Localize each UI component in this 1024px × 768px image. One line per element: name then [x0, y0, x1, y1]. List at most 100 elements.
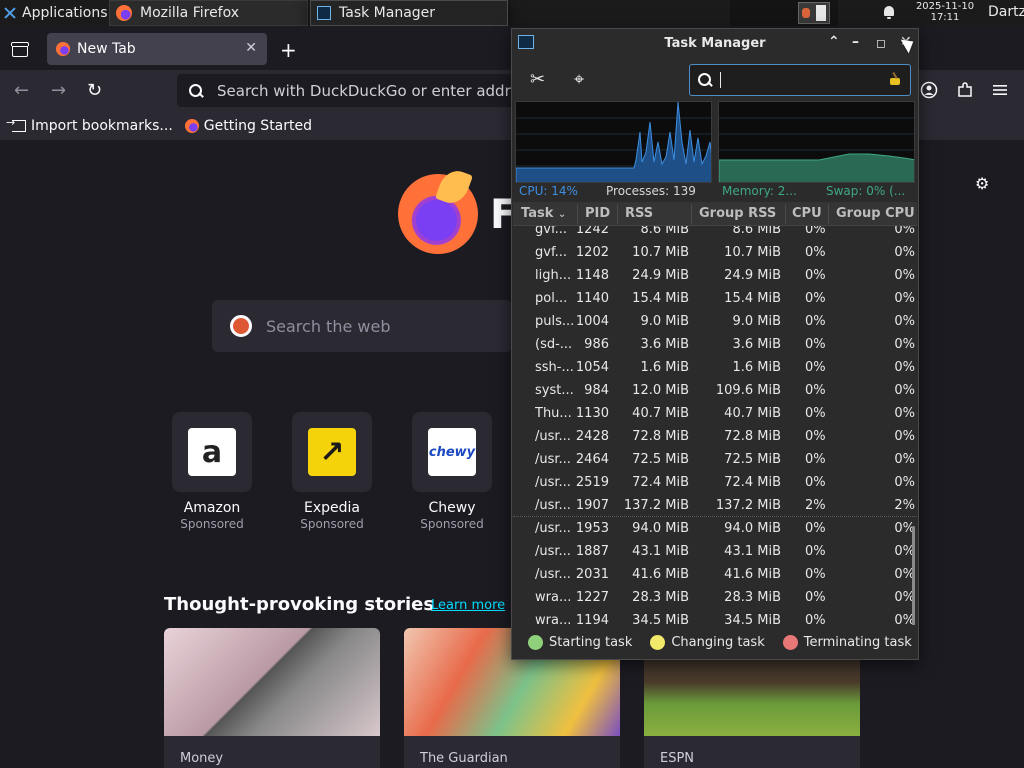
task-cell-rss: 1.6 MiB — [640, 360, 689, 375]
tray-app-icon[interactable] — [798, 2, 830, 24]
column-group-cpu[interactable]: Group CPU — [836, 206, 915, 221]
task-row[interactable]: /usr... 2428 72.8 MiB 72.8 MiB 0% 0% — [513, 425, 917, 448]
applications-menu[interactable]: Applications — [0, 0, 110, 26]
maximize-icon[interactable]: ◻ — [876, 36, 886, 50]
task-row[interactable]: /usr... 2519 72.4 MiB 72.4 MiB 0% 0% — [513, 471, 917, 494]
story-card[interactable]: Money — [164, 628, 380, 768]
list-all-tabs-icon[interactable] — [10, 39, 29, 57]
shortcut-name: Amazon — [183, 500, 241, 516]
hamburger-menu-icon[interactable] — [991, 81, 1009, 99]
task-cell-group-cpu: 0% — [894, 226, 915, 237]
bookmark-import[interactable]: Import bookmarks... — [6, 116, 173, 134]
settings-tools-icon[interactable]: ✂ — [530, 69, 545, 90]
close-tab-icon[interactable]: ✕ — [245, 40, 257, 56]
address-bar[interactable]: Search with DuckDuckGo or enter address — [177, 74, 557, 107]
swap-stat: Swap: 0% (... — [826, 184, 906, 198]
extensions-icon[interactable] — [956, 81, 974, 99]
task-table-header: Task ⌄ PID RSS Group RSS CPU Group CPU — [513, 202, 917, 226]
forward-arrow-icon[interactable]: → — [51, 80, 66, 101]
shortcut-amazon[interactable]: a Amazon Sponsored — [172, 412, 252, 531]
task-cell-cpu: 0% — [805, 314, 826, 329]
account-icon[interactable] — [920, 81, 938, 99]
task-row[interactable]: wra... 1194 34.5 MiB 34.5 MiB 0% 0% — [513, 609, 917, 625]
task-manager-titlebar[interactable]: Task Manager ⌃ – ◻ ✕ — [512, 29, 918, 57]
taskbar-item-task-manager[interactable]: Task Manager — [310, 0, 508, 26]
task-cell-task: /usr... — [535, 521, 571, 536]
web-search-box[interactable]: Search the web — [212, 300, 512, 352]
shortcut-name: Chewy — [428, 500, 476, 516]
task-cell-group-cpu: 0% — [894, 268, 915, 283]
task-cell-group-cpu: 0% — [894, 314, 915, 329]
clock[interactable]: 2025-11-10 17:11 — [910, 1, 980, 23]
task-cell-cpu: 0% — [805, 567, 826, 582]
task-cell-group-cpu: 0% — [894, 360, 915, 375]
column-cpu[interactable]: CPU — [792, 206, 822, 221]
task-cell-task: /usr... — [535, 544, 571, 559]
search-icon — [189, 83, 203, 98]
task-cell-task: gvf... — [535, 226, 567, 237]
column-task[interactable]: Task ⌄ — [521, 206, 566, 221]
task-cell-rss: 72.4 MiB — [632, 475, 689, 490]
crosshair-icon[interactable]: ⌖ — [574, 69, 584, 90]
task-cell-pid: 1130 — [575, 406, 609, 421]
task-row[interactable]: pol... 1140 15.4 MiB 15.4 MiB 0% 0% — [513, 287, 917, 310]
task-row[interactable]: ssh-... 1054 1.6 MiB 1.6 MiB 0% 0% — [513, 356, 917, 379]
shortcut-tile: a — [172, 412, 252, 492]
task-row[interactable]: gvf... 1202 10.7 MiB 10.7 MiB 0% 0% — [513, 241, 917, 264]
task-cell-task: wra... — [535, 613, 572, 625]
task-row[interactable]: /usr... 2031 41.6 MiB 41.6 MiB 0% 0% — [513, 563, 917, 586]
task-cell-group-cpu: 2% — [894, 498, 915, 513]
gear-icon[interactable]: ⚙ — [975, 174, 989, 193]
task-cell-group-rss: 43.1 MiB — [724, 544, 781, 559]
learn-more-link[interactable]: Learn more — [431, 598, 505, 613]
task-row[interactable]: /usr... 1887 43.1 MiB 43.1 MiB 0% 0% — [513, 540, 917, 563]
column-rss[interactable]: RSS — [625, 206, 653, 221]
taskbar-item-firefox[interactable]: Mozilla Firefox — [109, 0, 308, 26]
legend-terminating: Terminating task — [782, 634, 912, 650]
sponsored-label: Sponsored — [180, 517, 244, 531]
task-list-scrollbar[interactable] — [912, 526, 915, 625]
task-row[interactable]: puls... 1004 9.0 MiB 9.0 MiB 0% 0% — [513, 310, 917, 333]
tab-new-tab[interactable]: New Tab ✕ — [47, 33, 267, 65]
task-row[interactable]: ligh... 1148 24.9 MiB 24.9 MiB 0% 0% — [513, 264, 917, 287]
task-cell-cpu: 0% — [805, 452, 826, 467]
bookmark-getting-started[interactable]: Getting Started — [184, 118, 313, 134]
column-pid[interactable]: PID — [585, 206, 610, 221]
task-cell-pid: 2031 — [575, 567, 609, 582]
column-group-rss[interactable]: Group RSS — [699, 206, 776, 221]
task-cell-pid: 1227 — [575, 590, 609, 605]
task-cell-pid: 1194 — [575, 613, 609, 625]
shortcut-chewy[interactable]: chewy Chewy Sponsored — [412, 412, 492, 531]
duckduckgo-icon — [230, 315, 252, 337]
new-tab-plus-icon[interactable]: + — [280, 38, 297, 62]
bookmark-label: Getting Started — [203, 118, 313, 134]
task-row[interactable]: /usr... 1953 94.0 MiB 94.0 MiB 0% 0% — [513, 517, 917, 540]
task-cell-task: pol... — [535, 291, 568, 306]
story-source: The Guardian — [420, 751, 508, 766]
task-cell-cpu: 0% — [805, 613, 826, 625]
reload-icon[interactable]: ↻ — [87, 80, 102, 101]
task-row[interactable]: /usr... 2464 72.5 MiB 72.5 MiB 0% 0% — [513, 448, 917, 471]
task-row[interactable]: syst... 984 12.0 MiB 109.6 MiB 0% 0% — [513, 379, 917, 402]
roll-up-icon[interactable]: ⌃ — [828, 34, 840, 50]
minimize-icon[interactable]: – — [852, 34, 859, 50]
task-row[interactable]: gvf... 1242 8.6 MiB 8.6 MiB 0% 0% — [513, 226, 917, 241]
task-row[interactable]: Thu... 1130 40.7 MiB 40.7 MiB 0% 0% — [513, 402, 917, 425]
task-cell-task: (sd-... — [535, 337, 573, 352]
task-cell-cpu: 0% — [805, 268, 826, 283]
firefox-logo-icon — [398, 174, 478, 254]
shortcut-expedia[interactable]: ↗ Expedia Sponsored — [292, 412, 372, 531]
notification-bell-icon[interactable] — [882, 5, 896, 19]
task-cell-pid: 1140 — [575, 291, 609, 306]
user-menu[interactable]: Dartz — [988, 4, 1024, 20]
task-row[interactable]: wra... 1227 28.3 MiB 28.3 MiB 0% 0% — [513, 586, 917, 609]
task-cell-group-rss: 34.5 MiB — [724, 613, 781, 625]
task-search-input[interactable] — [689, 64, 911, 96]
back-arrow-icon[interactable]: ← — [14, 80, 29, 101]
clear-icon[interactable] — [888, 72, 902, 86]
taskbar-item-label: Task Manager — [339, 5, 436, 21]
task-cell-cpu: 2% — [805, 498, 826, 513]
task-list[interactable]: gvf... 1242 8.6 MiB 8.6 MiB 0% 0% gvf... 1202 10… — [513, 226, 917, 625]
task-row[interactable]: (sd-... 986 3.6 MiB 3.6 MiB 0% 0% — [513, 333, 917, 356]
task-row[interactable]: /usr... 1907 137.2 MiB 137.2 MiB 2% 2% — [513, 494, 917, 517]
